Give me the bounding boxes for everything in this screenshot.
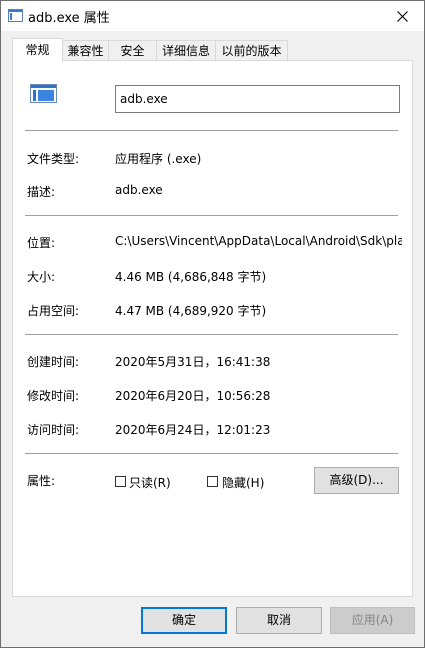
tab-compatibility[interactable]: 兼容性 [62,40,109,60]
exe-file-icon [30,84,57,103]
divider [25,334,398,335]
file-name-field[interactable] [115,85,400,113]
created-value: 2020年5月31日，16:41:38 [115,355,271,369]
created-label: 创建时间: [27,355,80,369]
close-button[interactable] [380,1,424,31]
hidden-checkbox[interactable] [207,476,218,487]
ok-button[interactable]: 确定 [141,607,227,634]
divider [25,453,398,454]
tab-previous-versions[interactable]: 以前的版本 [215,40,288,60]
tab-security[interactable]: 安全 [108,40,157,60]
divider [25,215,398,216]
file-type-label: 文件类型: [27,152,80,166]
app-icon [8,9,23,22]
tab-details[interactable]: 详细信息 [156,40,216,60]
divider [25,130,398,131]
modified-label: 修改时间: [27,389,80,403]
size-on-disk-value: 4.47 MB (4,689,920 字节) [115,304,267,318]
modified-value: 2020年6月20日，10:56:28 [115,389,271,403]
close-icon [396,10,408,22]
size-label: 大小: [27,270,56,284]
location-label: 位置: [27,236,56,250]
description-value: adb.exe [115,183,163,197]
tab-general[interactable]: 常规 [12,38,63,62]
accessed-value: 2020年6月24日，12:01:23 [115,423,271,437]
cancel-button[interactable]: 取消 [236,607,322,634]
window-title: adb.exe 属性 [28,11,110,26]
description-label: 描述: [27,185,56,199]
general-tab-panel: 文件类型: 应用程序 (.exe) 描述: adb.exe 位置: C:\Use… [12,60,413,597]
size-value: 4.46 MB (4,686,848 字节) [115,270,267,284]
readonly-checkbox-label[interactable]: 只读(R) [129,474,171,491]
accessed-label: 访问时间: [27,423,80,437]
hidden-checkbox-label[interactable]: 隐藏(H) [222,474,264,491]
size-on-disk-label: 占用空间: [27,304,80,318]
readonly-checkbox[interactable] [115,476,126,487]
attributes-label: 属性: [27,474,56,488]
location-value: C:\Users\Vincent\AppData\Local\Android\S… [115,234,402,248]
title-bar: adb.exe 属性 [1,1,424,31]
advanced-button[interactable]: 高级(D)... [314,467,399,494]
properties-window: adb.exe 属性 常规 兼容性 安全 详细信息 以前的版本 文件类型: 应用… [0,0,425,648]
apply-button[interactable]: 应用(A) [330,607,415,634]
file-type-value: 应用程序 (.exe) [115,152,202,166]
